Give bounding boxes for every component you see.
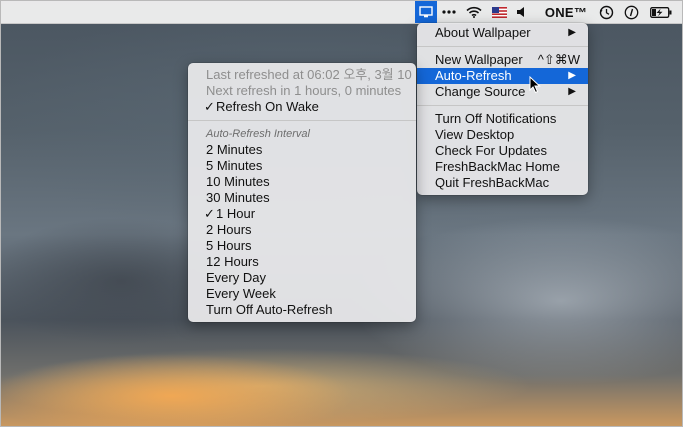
menu-item-view-desktop[interactable]: View Desktop (417, 127, 588, 143)
menu-item-about-wallpaper[interactable]: About Wallpaper ▶ (417, 25, 588, 41)
submenu-arrow-icon: ▶ (568, 86, 576, 97)
interval-12-hours[interactable]: 12 Hours (188, 254, 416, 270)
keyboard-shortcut: ^⇧⌘W (537, 52, 580, 67)
auto-refresh-submenu: Last refreshed at 06:02 오후, 3월 10 Next r… (188, 63, 416, 322)
interval-30-minutes[interactable]: 30 Minutes (188, 190, 416, 206)
menu-separator (417, 46, 588, 47)
menu-item-freshbackmac-home[interactable]: FreshBackMac Home (417, 159, 588, 175)
wifi-icon[interactable] (464, 1, 484, 23)
menu-item-label: Refresh On Wake (216, 99, 319, 114)
display-icon[interactable] (415, 1, 437, 23)
interval-section-header: Auto-Refresh Interval (206, 128, 310, 140)
interval-10-minutes[interactable]: 10 Minutes (188, 174, 416, 190)
interval-5-hours[interactable]: 5 Hours (188, 238, 416, 254)
menu-item-new-wallpaper[interactable]: New Wallpaper ^⇧⌘W (417, 52, 588, 68)
menu-item-change-source[interactable]: Change Source ▶ (417, 84, 588, 100)
interval-2-minutes[interactable]: 2 Minutes (188, 142, 416, 158)
menu-item-label: View Desktop (435, 127, 515, 142)
menu-item-auto-refresh[interactable]: Auto-Refresh ▶ (417, 68, 588, 84)
menu-item-turn-off-notifications[interactable]: Turn Off Notifications (417, 111, 588, 127)
menu-item-label: Check For Updates (435, 143, 547, 158)
submenu-arrow-icon: ▶ (568, 70, 576, 81)
ellipsis-icon[interactable] (438, 1, 460, 23)
interval-1-hour[interactable]: ✓1 Hour (188, 206, 416, 222)
menu-item-label: Auto-Refresh (435, 68, 512, 83)
menu-item-turn-off-auto-refresh[interactable]: Turn Off Auto-Refresh (188, 302, 416, 318)
app-dropdown-menu: About Wallpaper ▶ New Wallpaper ^⇧⌘W Aut… (417, 23, 588, 195)
menu-item-label: New Wallpaper (435, 52, 523, 67)
menu-item-quit[interactable]: Quit FreshBackMac (417, 175, 588, 191)
interval-2-hours[interactable]: 2 Hours (188, 222, 416, 238)
menu-item-refresh-on-wake[interactable]: ✓Refresh On Wake (188, 99, 416, 115)
interval-5-minutes[interactable]: 5 Minutes (188, 158, 416, 174)
menu-separator (188, 120, 416, 121)
menu-item-label: Turn Off Notifications (435, 111, 557, 126)
submenu-arrow-icon: ▶ (568, 27, 576, 38)
interval-every-week[interactable]: Every Week (188, 286, 416, 302)
menu-bar: ONE™ (1, 1, 682, 24)
info-icon[interactable] (621, 1, 641, 23)
checkmark-icon: ✓ (204, 206, 215, 221)
speaker-icon[interactable] (512, 1, 530, 23)
time-machine-icon[interactable] (596, 1, 616, 23)
menu-item-check-for-updates[interactable]: Check For Updates (417, 143, 588, 159)
menu-item-label: Quit FreshBackMac (435, 175, 550, 190)
menu-separator (417, 105, 588, 106)
us-flag-icon[interactable] (489, 1, 509, 23)
menu-item-label: Change Source (435, 84, 526, 99)
user-label[interactable]: ONE™ (541, 1, 591, 23)
menu-item-label: 1 Hour (216, 206, 256, 221)
interval-every-day[interactable]: Every Day (188, 270, 416, 286)
menu-item-label: About Wallpaper (435, 25, 531, 40)
mouse-cursor-icon (529, 75, 541, 99)
screen: ONE™ About Wallpaper ▶ New Wallpaper ^⇧⌘… (0, 0, 683, 427)
battery-charging-icon[interactable] (648, 1, 674, 23)
next-refresh-info: Next refresh in 1 hours, 0 minutes (206, 83, 402, 98)
checkmark-icon: ✓ (204, 99, 215, 114)
last-refreshed-info: Last refreshed at 06:02 오후, 3월 10 (206, 67, 412, 82)
menu-item-label: FreshBackMac Home (435, 159, 560, 174)
